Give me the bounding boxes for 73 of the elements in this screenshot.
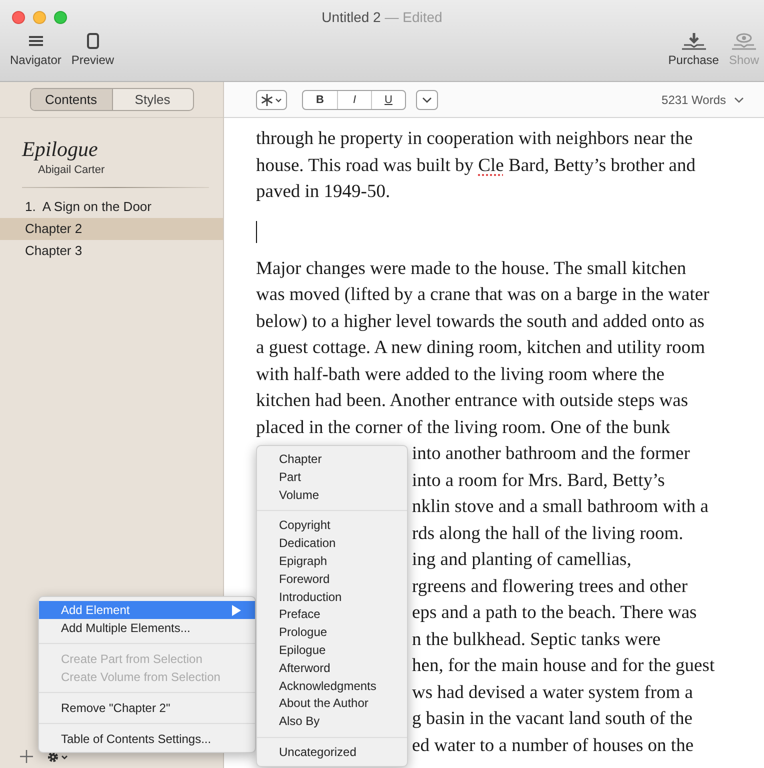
menu-item[interactable]: Foreword <box>257 570 407 589</box>
menu-item[interactable]: About the Author <box>257 695 407 714</box>
toc-item[interactable]: Chapter 3 <box>0 240 223 262</box>
eye-icon <box>730 32 757 50</box>
text-line: rgreens and flowering trees and other <box>412 576 688 598</box>
menu-item[interactable]: Add Element <box>39 601 255 619</box>
text-line: through he property in cooperation with neighbors near the <box>256 128 693 151</box>
text-line: was moved (lifted by a crane that was on a barge in the water <box>256 284 710 307</box>
word-count-dropdown[interactable]: 5231 Words <box>662 92 744 106</box>
tab[interactable]: Styles <box>112 89 192 110</box>
menu-item[interactable]: Afterword <box>257 660 407 678</box>
chevron-down-icon <box>734 96 744 102</box>
book-author: Abigail Carter <box>37 163 106 178</box>
text-line: into a room for Mrs. Bard, Betty’s <box>412 470 665 492</box>
style-dropdown-button[interactable] <box>256 90 287 110</box>
toc-item[interactable]: Chapter 2 <box>0 218 223 240</box>
menu-item[interactable]: Remove "Chapter 2" <box>39 699 255 717</box>
tab[interactable]: Contents <box>30 89 112 110</box>
phone-icon <box>86 33 99 49</box>
menu-item[interactable]: Epilogue <box>257 642 407 660</box>
asterisk-dropdown-icon <box>260 94 284 106</box>
menu-item[interactable]: Table of Contents Settings... <box>39 730 255 748</box>
text-line: g basin in the vacant land south of the <box>412 708 693 731</box>
text-line: n the bulkhead. Septic tanks were <box>412 628 661 652</box>
menu-item[interactable]: Chapter <box>257 451 407 469</box>
menu-item[interactable]: Uncategorized <box>257 744 407 762</box>
menu-item[interactable]: Preface <box>257 606 407 624</box>
menu-item[interactable]: Acknowledgments <box>257 678 407 696</box>
format-button[interactable]: I <box>337 90 371 108</box>
menu-item[interactable]: Part <box>257 468 407 487</box>
edited-label: — Edited <box>384 9 442 25</box>
toolbar-button[interactable]: Preview <box>66 30 120 74</box>
text-line: eps and a path to the beach. There was <box>412 602 697 625</box>
text-line: ed water to a number of houses on the <box>412 734 694 758</box>
misspelled-word: Cle <box>478 156 504 176</box>
close-button[interactable] <box>12 11 25 24</box>
plus-icon <box>20 750 33 763</box>
menu-item[interactable]: Also By <box>257 713 407 731</box>
chevron-down-icon <box>422 96 432 102</box>
text-line: nklin stove and a small bathroom with a <box>412 496 708 519</box>
toolbar-button[interactable]: Navigator <box>5 30 66 74</box>
text-line: paved in 1949-50. <box>256 181 390 204</box>
menu-item[interactable]: Volume <box>257 486 407 504</box>
text-line: house. This road was built by Cle Bard, Betty’s brother and <box>256 154 696 178</box>
text-line: hen, for the main house and for the guest <box>412 655 715 678</box>
menu-item[interactable]: Introduction <box>257 588 407 606</box>
text-line: ing and planting of camellias, <box>412 549 632 572</box>
text-line: below) to a higher level towards the south and added onto as <box>256 310 705 334</box>
menu-item[interactable]: Add Multiple Elements... <box>39 619 255 637</box>
text-line: with half-bath were added to the living room where the <box>256 364 664 386</box>
text-line: Major changes were made to the house. The small kitchen <box>256 258 686 280</box>
book-title: Epilogue <box>20 136 99 162</box>
toc-item[interactable]: 1. A Sign on the Door <box>0 196 223 218</box>
menu-item[interactable]: Epigraph <box>257 552 407 571</box>
menu-item[interactable]: Copyright <box>257 517 407 536</box>
menu-icon <box>28 35 43 47</box>
text-line: kitchen had been. Another entrance with outside steps was <box>256 390 688 413</box>
format-button[interactable]: B <box>303 90 337 108</box>
gear-icon <box>47 750 69 762</box>
minimize-button[interactable] <box>33 11 46 24</box>
zoom-button[interactable] <box>54 11 67 24</box>
text-line: rds along the hall of the living room. <box>412 522 684 546</box>
text-line: placed in the corner of the living room. One of the bunk <box>256 416 670 440</box>
text-line: ws had devised a water system from a <box>412 682 694 704</box>
text-line: a guest cottage. A new dining room, kitchen and utility room <box>256 337 706 360</box>
menu-item[interactable]: Dedication <box>257 535 407 553</box>
format-button[interactable]: U <box>371 90 405 108</box>
text-line: into another bathroom and the former <box>412 443 690 466</box>
more-button[interactable] <box>416 90 438 110</box>
download-icon <box>680 32 707 50</box>
window-title: Untitled 2 <box>322 9 381 25</box>
toolbar-button[interactable]: Purchase <box>663 30 724 74</box>
menu-item[interactable]: Prologue <box>257 624 407 642</box>
